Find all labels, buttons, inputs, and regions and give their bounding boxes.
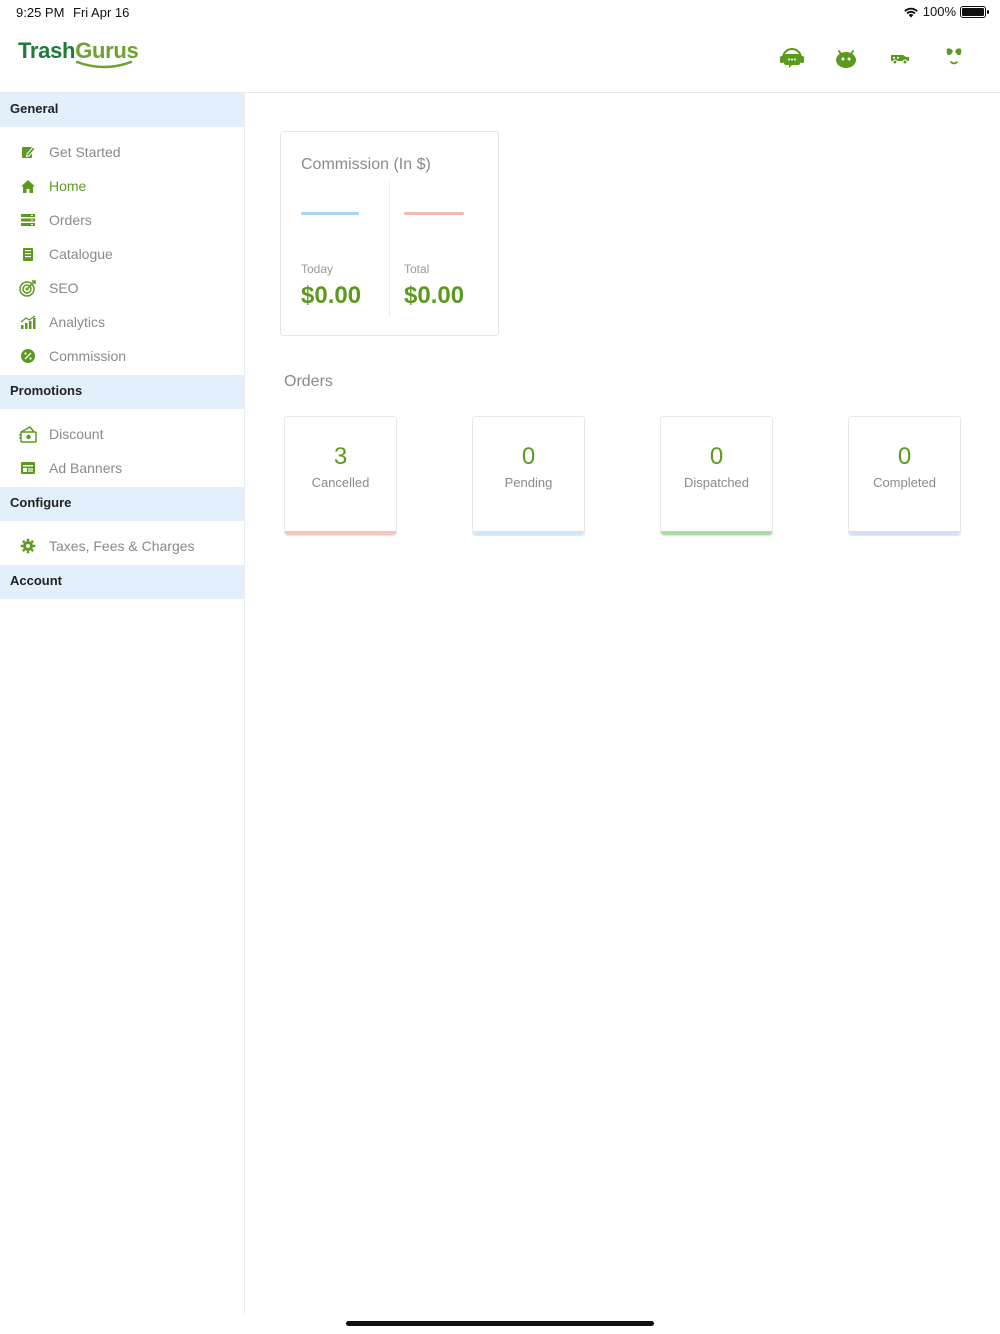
target-icon: [18, 278, 38, 298]
sidebar-item-home[interactable]: Home: [0, 169, 244, 203]
status-date: Fri Apr 16: [73, 5, 130, 20]
status-indicators: 100%: [903, 4, 989, 19]
header-actions: [776, 44, 970, 72]
sidebar-item-catalogue[interactable]: Catalogue: [0, 237, 244, 271]
sidebar-section-configure: Configure: [0, 487, 244, 521]
order-card-pending[interactable]: 0 Pending: [472, 416, 585, 536]
commission-total-bar: [404, 212, 464, 215]
logo-text-trash: Trash: [18, 38, 76, 63]
battery-icon: [960, 5, 989, 18]
order-label: Pending: [504, 475, 553, 490]
gear-icon: [18, 536, 38, 556]
order-status-bar: [473, 531, 584, 535]
sidebar-item-label: Get Started: [49, 144, 121, 160]
main-content: Commission (In $) Today $0.00 Total $0.0…: [246, 93, 1000, 1334]
battery-percent: 100%: [922, 4, 956, 19]
order-count: 0: [521, 443, 536, 470]
sidebar-item-ad-banners[interactable]: Ad Banners: [0, 451, 244, 485]
sidebar-item-discount[interactable]: Discount: [0, 417, 244, 451]
status-bar: 9:25 PM Fri Apr 16 100%: [0, 0, 1000, 24]
order-card-completed[interactable]: 0 Completed: [848, 416, 961, 536]
commission-total-value: $0.00: [404, 282, 465, 309]
commission-title: Commission (In $): [301, 156, 431, 173]
commission-total: Total $0.00: [404, 212, 464, 310]
order-card-dispatched[interactable]: 0 Dispatched: [660, 416, 773, 536]
sidebar-item-label: Discount: [49, 426, 104, 442]
sidebar-nav: General Get Started Home Orders Catalogu…: [0, 93, 245, 1315]
sidebar-section-account[interactable]: Account: [0, 565, 244, 599]
sidebar-section-promotions: Promotions: [0, 375, 244, 409]
sidebar-item-get-started[interactable]: Get Started: [0, 135, 244, 169]
commission-today: Today $0.00: [301, 212, 361, 310]
order-count: 3: [333, 443, 348, 470]
sidebar-item-orders[interactable]: Orders: [0, 203, 244, 237]
home-indicator[interactable]: [346, 1321, 654, 1326]
order-status-bar: [849, 531, 960, 535]
commission-today-value: $0.00: [301, 282, 362, 309]
percent-icon: [18, 346, 38, 366]
orders-section-title: Orders: [284, 373, 333, 390]
order-status-bar: [661, 531, 772, 535]
commission-divider: [389, 182, 390, 317]
orders-icon: [18, 210, 38, 230]
support-chat-icon[interactable]: [776, 44, 808, 72]
sidebar-item-label: Orders: [49, 212, 92, 228]
order-count: 0: [709, 443, 724, 470]
sidebar-item-label: Catalogue: [49, 246, 113, 262]
wifi-icon: [903, 7, 918, 17]
sidebar-item-label: Commission: [49, 348, 127, 364]
sidebar-item-taxes-fees-charges[interactable]: Taxes, Fees & Charges: [0, 529, 244, 563]
sidebar-item-label: Ad Banners: [49, 460, 123, 476]
order-card-cancelled[interactable]: 3 Cancelled: [284, 416, 397, 536]
app-header: TrashGurus: [0, 24, 1000, 93]
discount-icon: [18, 424, 38, 444]
sidebar-item-label: Home: [49, 178, 87, 194]
sidebar-item-analytics[interactable]: Analytics: [0, 305, 244, 339]
order-label: Dispatched: [683, 475, 750, 490]
sidebar-item-seo[interactable]: SEO: [0, 271, 244, 305]
sidebar-item-label: Analytics: [49, 314, 106, 330]
sidebar-section-general: General: [0, 93, 244, 127]
sidebar-item-label: SEO: [49, 280, 79, 296]
delivery-truck-icon[interactable]: [884, 44, 916, 72]
user-profile-icon[interactable]: [938, 44, 970, 72]
sidebar-item-label: Taxes, Fees & Charges: [49, 538, 195, 554]
book-icon: [18, 244, 38, 264]
home-icon: [18, 176, 38, 196]
android-icon[interactable]: [830, 44, 862, 72]
banner-icon: [18, 458, 38, 478]
status-time: 9:25 PM: [16, 5, 65, 20]
commission-today-bar: [301, 212, 359, 215]
order-count: 0: [897, 443, 912, 470]
sidebar-item-commission[interactable]: Commission: [0, 339, 244, 373]
order-label: Completed: [873, 475, 936, 490]
order-label: Cancelled: [311, 475, 370, 490]
commission-card: Commission (In $) Today $0.00 Total $0.0…: [280, 131, 499, 336]
order-status-bar: [285, 531, 396, 535]
logo-smile-icon: [75, 60, 133, 69]
commission-today-label: Today: [301, 262, 334, 276]
edit-icon: [18, 142, 38, 162]
commission-total-label: Total: [404, 262, 430, 276]
chart-icon: [18, 312, 38, 332]
